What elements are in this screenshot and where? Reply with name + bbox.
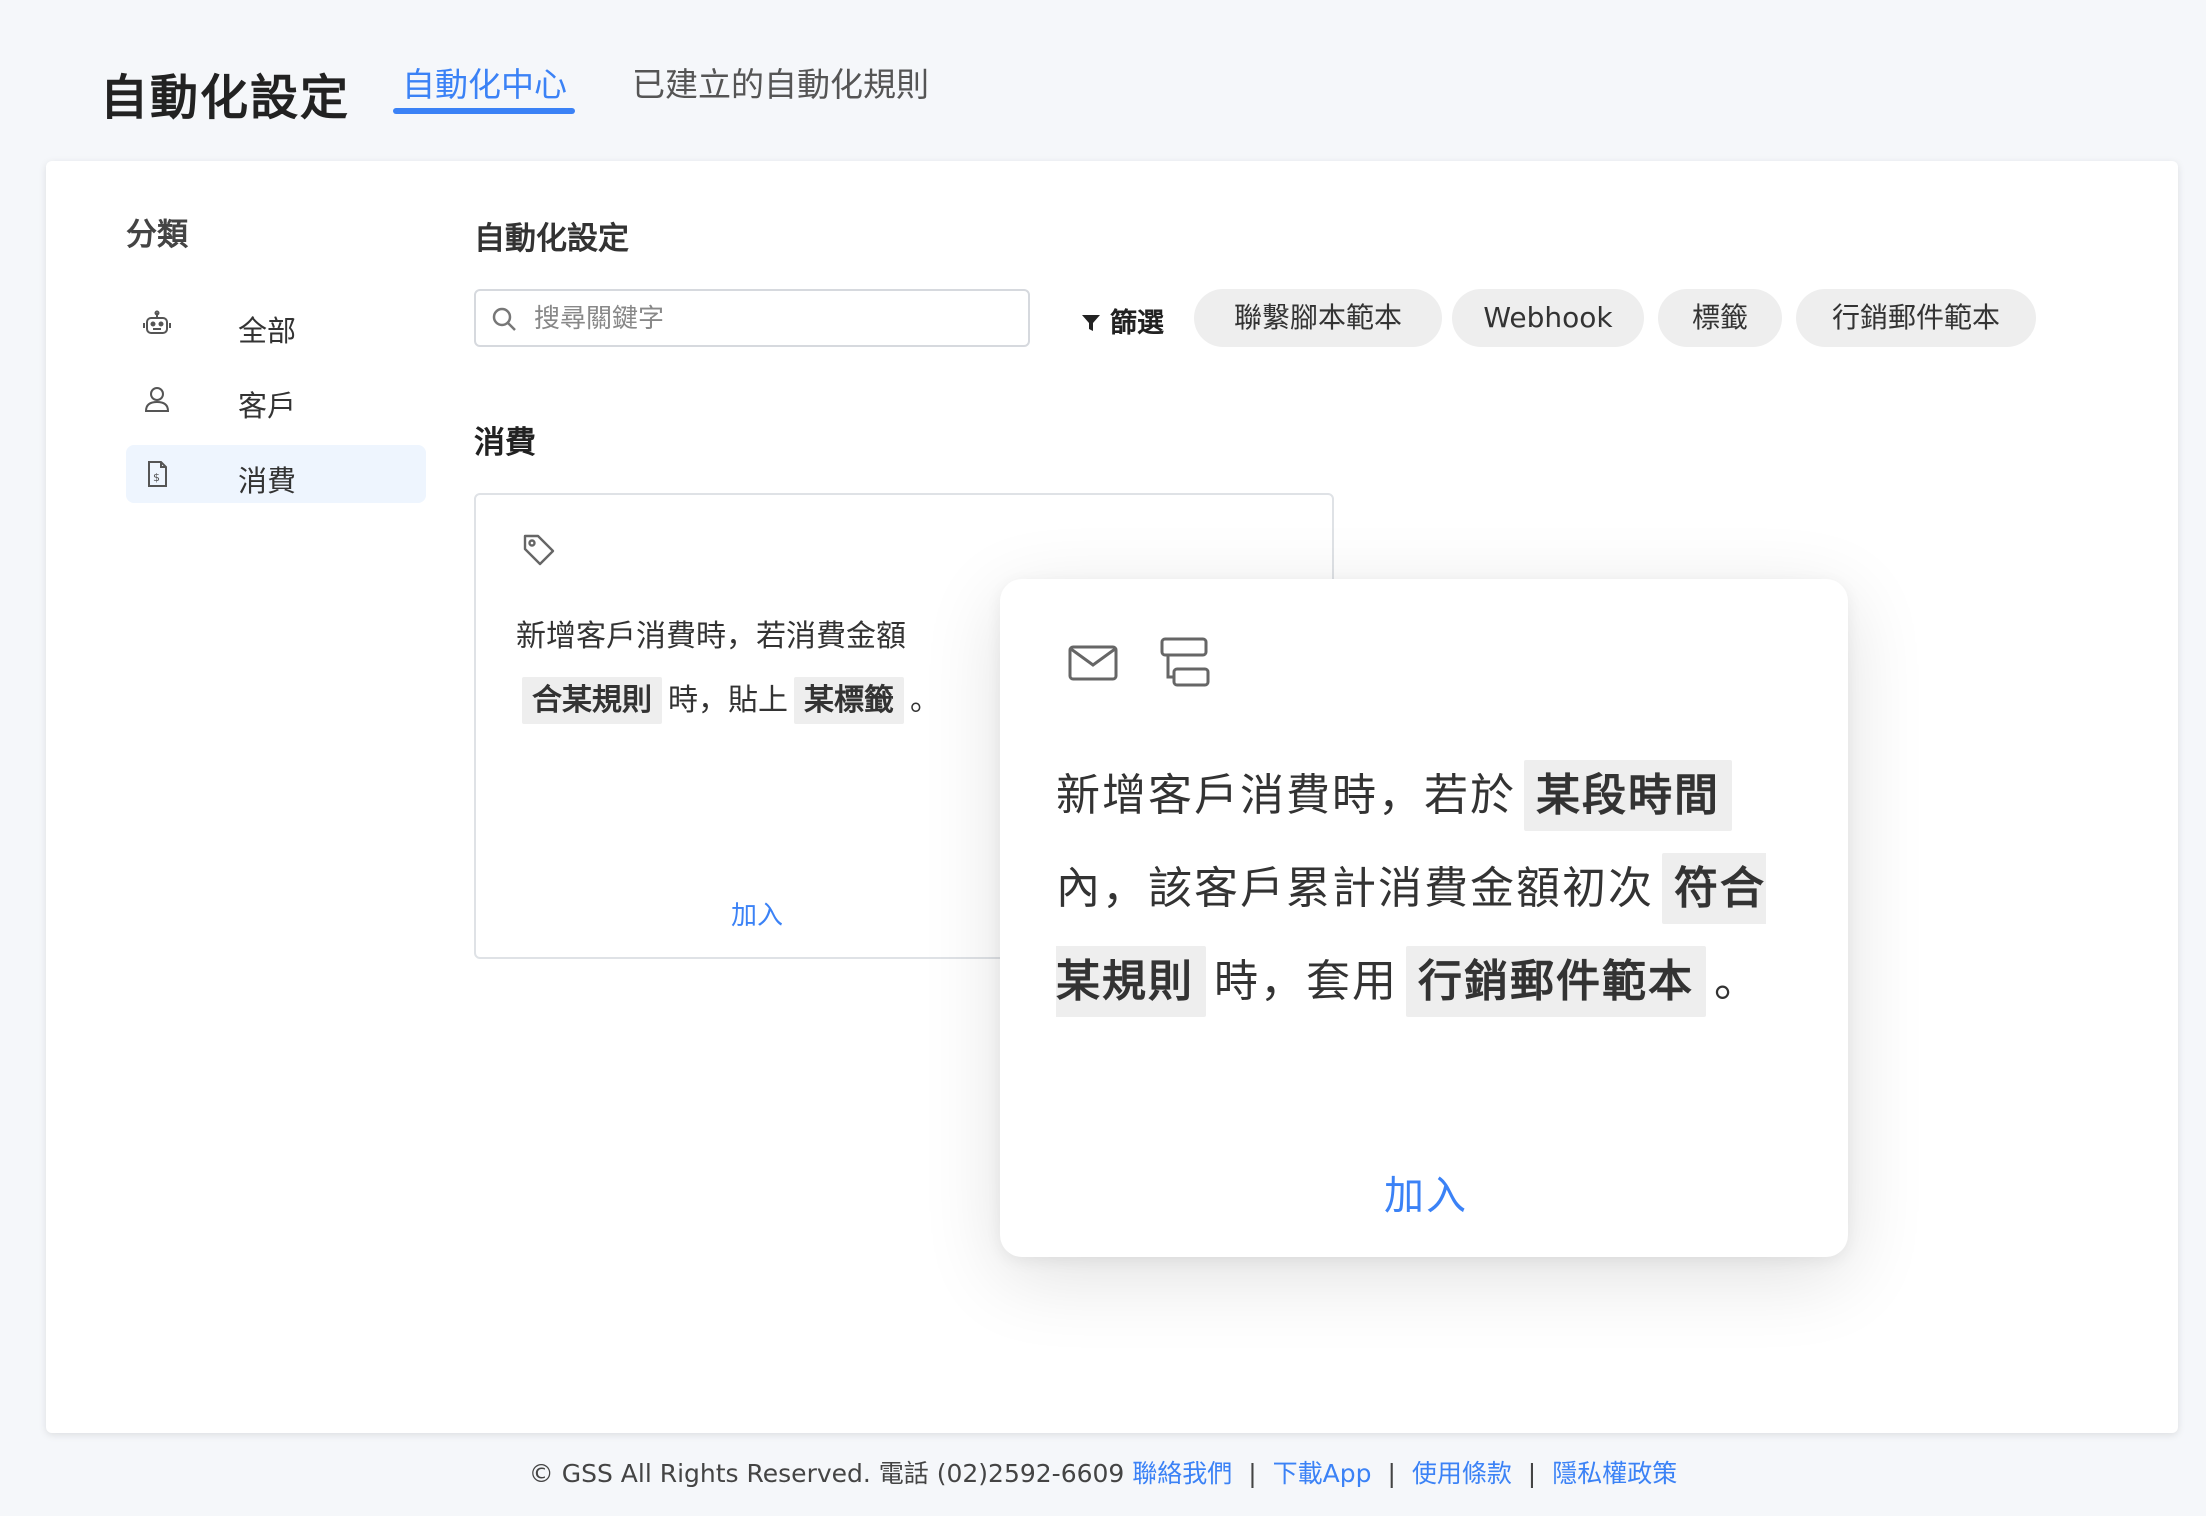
- card-text-part: 時，貼上: [668, 683, 788, 718]
- card-description: 新增客戶消費時，若消費金額合某規則 時，貼上 某標籤。: [516, 605, 956, 733]
- search-icon: [492, 307, 516, 331]
- sidebar-item-customer[interactable]: 客戶: [126, 370, 426, 428]
- page-title: 自動化設定: [100, 70, 351, 126]
- filter-button[interactable]: 篩選: [1080, 301, 1164, 340]
- popover-description: 新增客戶消費時，若於 某段時間內，該客戶累計消費金額初次 符合某規則 時，套用 行銷郵件…: [1056, 749, 1776, 1028]
- chip-tag[interactable]: 標籤: [1658, 289, 1782, 347]
- search-box: [474, 289, 1030, 347]
- footer-copyright: © GSS All Rights Reserved. 電話 (02)2592-6…: [528, 1459, 1125, 1488]
- tab-created-rules[interactable]: 已建立的自動化規則: [632, 58, 929, 106]
- sidebar-item-label: 全部: [238, 314, 297, 348]
- section-title: 自動化設定: [474, 221, 629, 257]
- user-icon: [144, 387, 170, 412]
- chip-contact-script[interactable]: 聯繫腳本範本: [1194, 289, 1442, 347]
- receipt-icon: $: [148, 461, 167, 487]
- footer-link-download-app[interactable]: 下載App: [1273, 1459, 1372, 1488]
- sidebar-item-all[interactable]: 全部: [126, 295, 426, 353]
- workflow-icon: [1160, 637, 1210, 687]
- popover-text-part: 內，該客戶累計消費金額初次: [1056, 863, 1654, 914]
- card-add-button[interactable]: 加入: [731, 895, 783, 932]
- tab-automation-center[interactable]: 自動化中心: [402, 58, 567, 106]
- footer: © GSS All Rights Reserved. 電話 (02)2592-6…: [0, 1454, 2206, 1490]
- footer-separator: |: [1527, 1459, 1537, 1488]
- card-highlight-rule: 合某規則: [522, 677, 662, 724]
- header: 自動化設定 自動化中心 已建立的自動化規則: [0, 0, 2206, 160]
- popover-text-part: 新增客戶消費時，若於: [1056, 770, 1516, 821]
- chip-webhook[interactable]: Webhook: [1452, 289, 1644, 347]
- card-text-part: 新增客戶消費時，若消費金額: [516, 619, 906, 654]
- search-input[interactable]: [532, 299, 1016, 339]
- card-highlight-tag: 某標籤: [794, 677, 904, 724]
- chip-marketing-email[interactable]: 行銷郵件範本: [1796, 289, 2036, 347]
- footer-separator: |: [1248, 1459, 1257, 1488]
- popover-highlight-template: 行銷郵件範本: [1406, 946, 1706, 1017]
- footer-link-terms[interactable]: 使用條款: [1412, 1459, 1512, 1488]
- sidebar-item-spending[interactable]: $ 消費: [126, 445, 426, 503]
- filter-label: 篩選: [1110, 308, 1164, 339]
- tag-icon: [523, 534, 555, 566]
- svg-text:$: $: [153, 471, 160, 484]
- sidebar-heading: 分類: [126, 217, 188, 253]
- popover-add-button[interactable]: 加入: [1384, 1163, 1468, 1221]
- popover-highlight-period: 某段時間: [1524, 760, 1732, 831]
- template-preview-popover: 新增客戶消費時，若於 某段時間內，該客戶累計消費金額初次 符合某規則 時，套用 行銷郵件…: [1000, 579, 1848, 1257]
- sidebar-item-label: 客戶: [238, 389, 297, 423]
- filter-icon: [1082, 315, 1100, 331]
- mail-icon: [1068, 645, 1118, 681]
- sidebar-item-label: 消費: [238, 464, 297, 498]
- footer-separator: |: [1387, 1459, 1396, 1488]
- footer-link-contact[interactable]: 聯絡我們: [1132, 1459, 1232, 1488]
- main-card: 分類 全部 客戶 $ 消費 自動化設定 搜尋關鍵字 篩選 聯繫腳本範本 Webh…: [46, 161, 2178, 1433]
- card-text-part: 。: [910, 683, 940, 718]
- robot-icon: [143, 310, 171, 334]
- footer-link-privacy[interactable]: 隱私權政策: [1552, 1459, 1677, 1488]
- active-tab-indicator: [393, 108, 575, 114]
- popover-text-part: 。: [1714, 956, 1760, 1007]
- category-heading: 消費: [474, 425, 536, 461]
- popover-text-part: 時，套用: [1214, 956, 1398, 1007]
